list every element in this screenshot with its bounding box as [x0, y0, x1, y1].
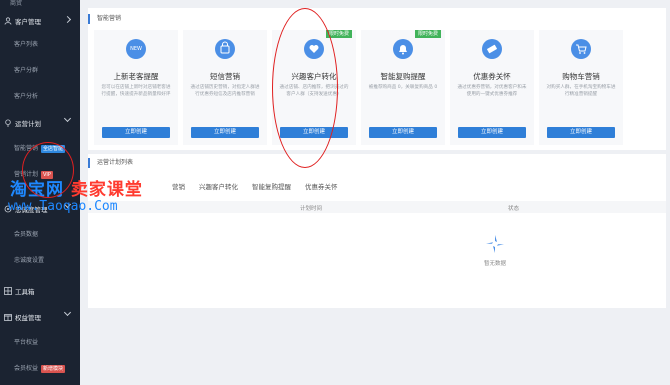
sidebar-item-label: 客户列表	[14, 41, 39, 48]
tab-smart-repurchase[interactable]: 智能复购提醒	[252, 181, 291, 191]
sidebar-item-customer-segment[interactable]: 客户分群	[0, 58, 80, 84]
lightbulb-icon	[4, 119, 12, 127]
chevron-right-icon	[63, 15, 72, 24]
sidebar-group-label: 工具箱	[15, 288, 35, 296]
card-cart-marketing: 购物车营销 对购买人群，在手机淘宝购物车进行精准营销提醒 立即创建	[539, 30, 623, 145]
card-title: 上新老客提醒	[113, 72, 159, 81]
sidebar-group-label: 客户管理	[15, 18, 41, 26]
sidebar-item-label: 会员数据	[14, 231, 39, 238]
column-header-time: 计划时间	[300, 206, 323, 212]
sidebar-item-customer-list[interactable]: 客户列表	[0, 32, 80, 58]
free-flag: 限时免费	[414, 30, 441, 38]
gift-icon	[4, 313, 12, 321]
sidebar-item-member-data[interactable]: 会员数据	[0, 222, 80, 248]
new-icon: NEW	[126, 39, 146, 59]
create-button[interactable]: 立即创建	[102, 127, 170, 138]
watermark-url: www.Taoqao.Com	[8, 199, 118, 214]
bell-icon	[393, 39, 413, 59]
plan-tabs: 营销 兴趣客户转化 智能复购提醒 优惠券关怀	[172, 181, 352, 191]
sidebar-item-member-rights[interactable]: 会员权益 新增模块	[0, 356, 80, 382]
section-title: 运营计划列表	[88, 158, 133, 168]
sidebar-item-label: 忠诚度设置	[14, 257, 45, 264]
annotation-circle	[22, 142, 74, 198]
create-button[interactable]: 立即创建	[369, 127, 437, 138]
card-desc: 通过优惠券营销，对优惠客户和未使用的一键式优惠券推荐	[457, 85, 527, 97]
annotation-circle	[272, 8, 338, 168]
sidebar-group-operation-plan[interactable]: 运营计划	[0, 110, 80, 136]
sidebar-item-label: 商贸	[10, 0, 23, 7]
sidebar-group-rights[interactable]: 权益管理	[0, 304, 80, 330]
sidebar-item-top[interactable]: 商贸	[0, 0, 80, 10]
card-title: 智能复购提醒	[380, 72, 426, 81]
card-title: 短信营销	[210, 72, 240, 81]
smart-marketing-panel: 智能营销 NEW 上新老客提醒 您可以在店铺上新时对店铺老客进行提醒，快速提升新…	[88, 8, 666, 150]
watermark-part: 卖家课堂	[70, 180, 143, 200]
tab-interest-conversion[interactable]: 兴趣客户转化	[199, 181, 238, 191]
card-coupon-care: 优惠券关怀 通过优惠券营销，对优惠客户和未使用的一键式优惠券推荐 立即创建	[450, 30, 534, 145]
sidebar-item-label: 平台权益	[14, 339, 39, 346]
column-header-status: 状态	[508, 206, 520, 212]
sidebar-group-toolbox[interactable]: 工具箱	[0, 278, 80, 304]
create-button[interactable]: 立即创建	[191, 127, 259, 138]
sidebar-item-label: 客户分群	[14, 67, 39, 74]
card-new-arrival-reminder: NEW 上新老客提醒 您可以在店铺上新时对店铺老客进行提醒，快速提升新品销量和好…	[94, 30, 178, 145]
sms-icon	[215, 39, 235, 59]
sidebar-group-label: 运营计划	[15, 120, 41, 128]
sidebar-group-customer[interactable]: 客户管理	[0, 10, 80, 32]
chevron-down-icon	[63, 308, 72, 317]
sidebar-item-label: 客户分析	[14, 93, 39, 100]
card-sms-marketing: 短信营销 通过店铺历史营销，对指定人群进行优惠券短信及店内推荐营销 立即创建	[183, 30, 267, 145]
sidebar-item-platform-rights[interactable]: 平台权益	[0, 330, 80, 356]
empty-state: 暂无数据	[480, 232, 510, 267]
card-title: 购物车营销	[562, 72, 600, 81]
cart-icon	[571, 39, 591, 59]
create-button[interactable]: 立即创建	[547, 127, 615, 138]
card-desc: 您可以在店铺上新时对店铺老客进行提醒，快速提升新品销量和好评	[101, 85, 171, 97]
sidebar-item-label: 会员权益	[14, 365, 39, 372]
card-smart-repurchase: 限时免费 智能复购提醒 被推荐购商品 0，关联复购商品 0 立即创建	[361, 30, 445, 145]
card-desc: 对购买人群，在手机淘宝购物车进行精准营销提醒	[546, 85, 616, 97]
empty-text: 暂无数据	[483, 261, 506, 267]
section-title: 智能营销	[88, 14, 121, 24]
users-icon	[4, 17, 12, 25]
empty-icon	[483, 232, 507, 256]
sidebar-group-label: 权益管理	[15, 314, 41, 322]
sidebar-item-tag: 新增模块	[41, 365, 66, 373]
chevron-down-icon	[63, 114, 72, 123]
grid-icon	[4, 287, 12, 295]
tab-marketing[interactable]: 营销	[172, 181, 185, 191]
card-desc: 被推荐购商品 0，关联复购商品 0	[368, 85, 438, 90]
coupon-icon	[482, 39, 502, 59]
table-header: 计划时间 状态	[88, 201, 666, 213]
plan-list-panel: 运营计划列表 营销 兴趣客户转化 智能复购提醒 优惠券关怀 计划时间 状态 暂无…	[88, 154, 666, 308]
card-desc: 通过店铺历史营销，对指定人群进行优惠券短信及店内推荐营销	[190, 85, 260, 97]
sidebar-item-customer-analysis[interactable]: 客户分析	[0, 84, 80, 110]
tab-coupon-care[interactable]: 优惠券关怀	[305, 181, 338, 191]
card-title: 优惠券关怀	[473, 72, 511, 81]
create-button[interactable]: 立即创建	[458, 127, 526, 138]
sidebar-item-loyalty-settings[interactable]: 忠诚度设置	[0, 248, 80, 274]
